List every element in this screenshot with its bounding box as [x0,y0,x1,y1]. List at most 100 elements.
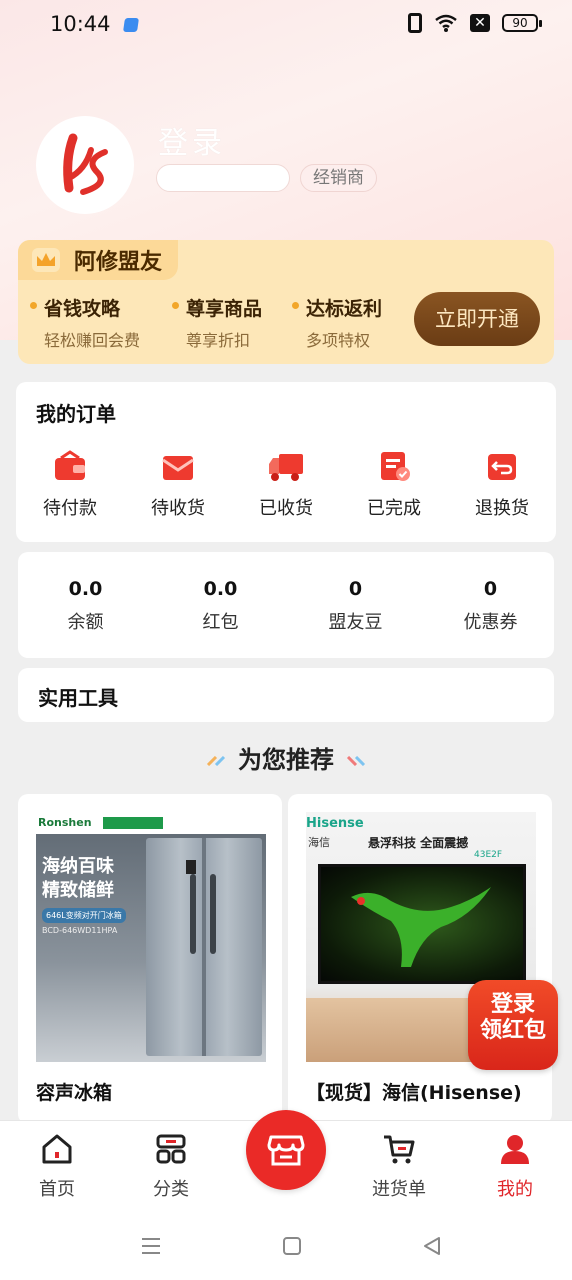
tv-screen [318,864,526,984]
tab-home[interactable]: 首页 [12,1133,102,1201]
document-check-icon [381,452,410,481]
asset-label: 红包 [202,612,239,633]
membership-header: 阿修盟友 [18,240,179,280]
package-icon [162,456,194,480]
wifi-icon [435,14,457,32]
asset-value: 0.0 [203,578,238,600]
tv-model: 43E2F [474,850,503,860]
tab-label: 我的 [497,1179,533,1200]
tools-card[interactable]: 实用工具 [18,668,554,722]
tv-brand-cn: 海信 [308,836,330,849]
product-image-fridge: Ronshen 海纳百味 精致储鲜 646L变频对开门冰箱 BCD-646WD1… [36,812,266,1062]
decor-slashes-icon [206,756,226,766]
order-returns[interactable]: 退换货 [448,450,556,520]
order-label: 已完成 [367,498,421,519]
tools-title: 实用工具 [38,686,118,710]
logo-icon [63,133,108,195]
product-brand: Ronshen [38,816,92,829]
asset-balance[interactable]: 0.0 余额 [18,578,153,634]
red-packet-line-2: 领红包 [479,1018,546,1043]
tab-category[interactable]: 分类 [126,1133,216,1201]
order-pending-payment[interactable]: 待付款 [16,450,124,520]
fridge-spec: 646L变频对开门冰箱 [42,908,126,923]
perk-title: 省钱攻略 [30,294,140,321]
tv-headline: 悬浮科技 全面震撼 [368,836,469,850]
dealer-tag: 经销商 [300,164,377,192]
fridge-banner-line-1: 海纳百味 [42,856,114,877]
status-bar: 10:44 ✕ 90 [0,0,572,52]
membership-card: 阿修盟友 省钱攻略 轻松赚回会费 尊享商品 尊享折扣 达标返利 多项特权 立即开… [18,240,554,364]
truck-icon [269,454,303,481]
orders-title: 我的订单 [36,402,116,426]
perk-rebate: 达标返利 多项特权 [292,294,382,351]
order-label: 待付款 [43,498,97,519]
perk-subtitle: 轻松赚回会费 [44,331,141,350]
category-icon [156,1134,186,1164]
crown-icon [32,248,60,272]
product-card[interactable]: Hisense 海信 悬浮科技 全面震撼 43E2F 【现货】海信(Hisens… [288,794,552,1124]
perk-subtitle: 尊享折扣 [186,331,251,350]
product-name: 【现货】海信(Hisense) [306,1082,522,1104]
order-label: 已收货 [259,498,313,519]
order-received[interactable]: 已收货 [232,450,340,520]
home-icon [42,1134,72,1164]
asset-value: 0 [483,578,498,600]
fridge-body [146,838,262,1056]
decor-slashes-icon [346,756,366,766]
red-packet-line-1: 登录 [490,992,535,1017]
asset-label: 余额 [67,612,104,633]
no-sim-icon: ✕ [470,14,490,32]
tab-mine[interactable]: 我的 [470,1133,560,1201]
cart-icon [384,1135,415,1164]
assets-card: 0.0 余额 0.0 红包 0 盟友豆 0 优惠券 [18,552,554,658]
fridge-banner-line-2: 精致储鲜 [42,880,114,901]
user-id-pill [156,164,290,192]
vibrate-icon [408,13,422,33]
tab-label: 首页 [39,1179,75,1200]
asset-label: 盟友豆 [328,612,383,633]
tab-cart[interactable]: 进货单 [354,1133,444,1201]
system-nav-bar [0,1212,572,1280]
user-icon [501,1135,529,1164]
product-name: 容声冰箱 [36,1082,113,1104]
status-time: 10:44 [50,12,111,36]
membership-title: 阿修盟友 [74,250,163,275]
order-label: 待收货 [151,498,205,519]
perk-save-money: 省钱攻略 轻松赚回会费 [30,294,140,351]
asset-label: 优惠券 [463,612,518,633]
orders-card: 我的订单 待付款 待收货 已收货 已完成 退换货 [16,382,556,542]
product-card[interactable]: Ronshen 海纳百味 精致储鲜 646L变频对开门冰箱 BCD-646WD1… [18,794,282,1124]
asset-coupons[interactable]: 0 优惠券 [423,578,558,634]
avatar[interactable] [36,116,134,214]
tab-label: 进货单 [372,1179,426,1200]
login-red-packet-button[interactable]: 登录 领红包 [468,980,558,1070]
asset-value: 0.0 [68,578,103,600]
app-notification-icon [123,18,139,32]
perk-title: 尊享商品 [172,294,262,321]
wallet-icon [55,450,85,480]
return-icon [488,454,516,480]
login-link[interactable]: 登录 [158,118,226,162]
back-icon[interactable] [422,1236,442,1256]
asset-red-packet[interactable]: 0.0 红包 [153,578,288,634]
parrot-icon [351,887,491,967]
tab-label: 分类 [153,1179,189,1200]
perk-subtitle: 多项特权 [306,331,371,350]
open-membership-button[interactable]: 立即开通 [414,292,540,346]
tv-brand: Hisense [306,816,364,831]
home-square-icon[interactable] [282,1236,302,1256]
store-center-button[interactable] [246,1110,326,1190]
order-label: 退换货 [475,498,529,519]
fridge-model: BCD-646WD11HPA [42,926,118,935]
battery-icon: 90 [502,14,542,32]
perk-title: 达标返利 [292,294,382,321]
asset-value: 0 [348,578,363,600]
asset-beans[interactable]: 0 盟友豆 [288,578,423,634]
perk-exclusive-goods: 尊享商品 尊享折扣 [172,294,262,351]
recommend-title: 为您推荐 [238,746,334,774]
store-icon [267,1135,305,1166]
menu-icon[interactable] [140,1236,162,1256]
order-pending-receipt[interactable]: 待收货 [124,450,232,520]
order-completed[interactable]: 已完成 [340,450,448,520]
recommend-heading: 为您推荐 [0,740,572,775]
